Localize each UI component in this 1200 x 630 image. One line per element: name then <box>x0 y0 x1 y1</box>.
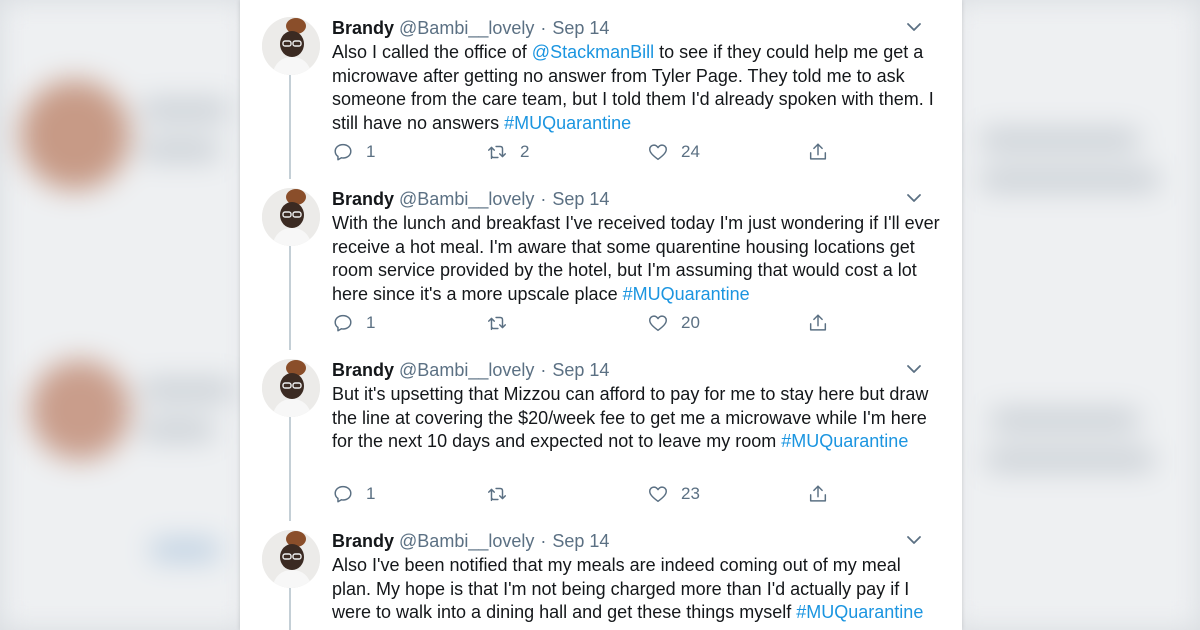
like-count: 24 <box>681 142 700 161</box>
tweet-header: Brandy @Bambi__lovely · Sep 14 <box>332 186 609 212</box>
heart-icon <box>649 315 667 332</box>
user-handle[interactable]: @Bambi__lovely <box>399 360 534 380</box>
like-button[interactable]: 20 <box>647 311 700 335</box>
tweet-thread: Brandy @Bambi__lovely · Sep 14 Also I call… <box>240 0 962 630</box>
avatar[interactable] <box>262 530 320 588</box>
retweet-icon <box>488 316 506 331</box>
chevron-down-icon[interactable] <box>904 17 924 37</box>
retweet-count: 2 <box>520 142 530 161</box>
tweet-text: Also I've been notified that my meals ar… <box>332 554 944 625</box>
tweet-actions: 1 20 <box>332 311 852 335</box>
hashtag-link[interactable]: #MUQuarantine <box>504 113 631 133</box>
avatar[interactable] <box>262 359 320 417</box>
hashtag-link[interactable]: #MUQuarantine <box>623 284 750 304</box>
thread-line <box>289 75 291 179</box>
tweet-date[interactable]: Sep 14 <box>552 531 609 551</box>
display-name[interactable]: Brandy <box>332 531 394 551</box>
hashtag-link[interactable]: #MUQuarantine <box>781 431 908 451</box>
separator: · <box>540 360 547 380</box>
tweet-text: But it's upsetting that Mizzou can affor… <box>332 383 944 454</box>
separator: · <box>540 18 547 38</box>
thread-line <box>289 417 291 521</box>
tweet[interactable]: Brandy @Bambi__lovely · Sep 14 But it's up… <box>240 357 962 521</box>
heart-icon <box>649 144 667 161</box>
share-button[interactable] <box>807 140 829 164</box>
display-name[interactable]: Brandy <box>332 18 394 38</box>
text-segment: Also I called the office of <box>332 42 532 62</box>
mention-link[interactable]: @StackmanBill <box>532 42 654 62</box>
retweet-icon <box>488 145 506 160</box>
retweet-button[interactable] <box>486 311 520 335</box>
chevron-down-icon[interactable] <box>904 530 924 550</box>
chevron-down-icon[interactable] <box>904 188 924 208</box>
thread-line <box>289 246 291 350</box>
retweet-icon <box>488 487 506 502</box>
reply-count: 1 <box>366 484 376 503</box>
share-button[interactable] <box>807 311 829 335</box>
user-handle[interactable]: @Bambi__lovely <box>399 18 534 38</box>
tweet[interactable]: Brandy @Bambi__lovely · Sep 14 With the lu… <box>240 186 962 350</box>
tweet[interactable]: Brandy @Bambi__lovely · Sep 14 Also I call… <box>240 15 962 179</box>
like-button[interactable]: 24 <box>647 140 700 164</box>
tweet-date[interactable]: Sep 14 <box>552 18 609 38</box>
like-button[interactable]: 23 <box>647 482 700 506</box>
like-count: 23 <box>681 484 700 503</box>
display-name[interactable]: Brandy <box>332 360 394 380</box>
tweet-text: With the lunch and breakfast I've receiv… <box>332 212 944 306</box>
hashtag-link[interactable]: #MUQuarantine <box>796 602 923 622</box>
reply-icon <box>334 143 352 161</box>
reply-icon <box>334 485 352 503</box>
tweet-actions: 1 2 24 <box>332 140 852 164</box>
tweet[interactable]: Brandy @Bambi__lovely · Sep 14 Also I've b… <box>240 528 962 630</box>
retweet-button[interactable] <box>486 482 520 506</box>
tweet-header: Brandy @Bambi__lovely · Sep 14 <box>332 528 609 554</box>
share-icon <box>809 143 827 160</box>
tweet-date[interactable]: Sep 14 <box>552 189 609 209</box>
tweet-text: Also I called the office of @StackmanBil… <box>332 41 944 135</box>
reply-button[interactable]: 1 <box>332 482 375 506</box>
user-handle[interactable]: @Bambi__lovely <box>399 531 534 551</box>
tweet-header: Brandy @Bambi__lovely · Sep 14 <box>332 357 609 383</box>
reply-count: 1 <box>366 142 376 161</box>
thread-line <box>289 588 291 630</box>
reply-button[interactable]: 1 <box>332 140 375 164</box>
separator: · <box>540 531 547 551</box>
reply-button[interactable]: 1 <box>332 311 375 335</box>
avatar[interactable] <box>262 17 320 75</box>
reply-icon <box>334 314 352 332</box>
chevron-down-icon[interactable] <box>904 359 924 379</box>
reply-count: 1 <box>366 313 376 332</box>
share-button[interactable] <box>807 482 829 506</box>
tweet-date[interactable]: Sep 14 <box>552 360 609 380</box>
separator: · <box>540 189 547 209</box>
display-name[interactable]: Brandy <box>332 189 394 209</box>
heart-icon <box>649 486 667 503</box>
user-handle[interactable]: @Bambi__lovely <box>399 189 534 209</box>
share-icon <box>809 485 827 502</box>
tweet-actions: 1 23 <box>332 482 852 506</box>
share-icon <box>809 314 827 331</box>
avatar[interactable] <box>262 188 320 246</box>
like-count: 20 <box>681 313 700 332</box>
tweet-header: Brandy @Bambi__lovely · Sep 14 <box>332 15 609 41</box>
retweet-button[interactable]: 2 <box>486 140 529 164</box>
